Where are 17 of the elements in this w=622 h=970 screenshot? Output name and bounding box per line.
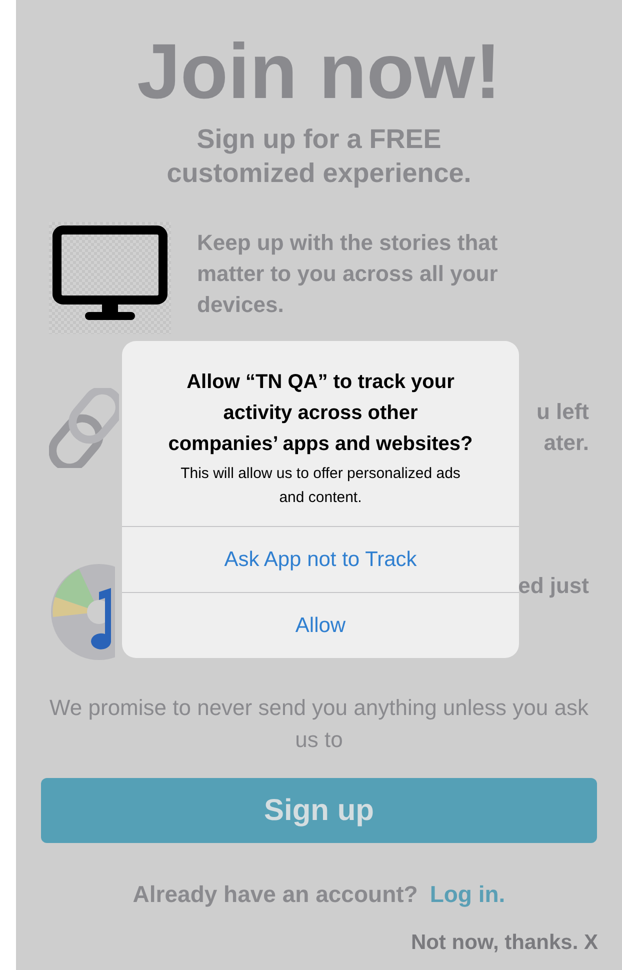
promise-text: We promise to never send you anything unless you ask us to (49, 694, 589, 754)
login-prompt: Already have an account? (132, 880, 418, 909)
chain-link-icon (49, 388, 119, 468)
alert-button[interactable]: Ask App not to Track (122, 526, 519, 592)
dismiss-link[interactable]: Not now, thanks. X (410, 930, 598, 956)
login-link[interactable]: Log in. (430, 877, 506, 912)
feature-text: Keep up with the stories that matter to you across all your devices. (197, 229, 499, 319)
subtitle: Sign up for a FREE customized experience. (166, 123, 472, 190)
monitor-icon (49, 222, 171, 334)
sign-up-button[interactable]: Sign up (41, 778, 597, 843)
alert-title: Allow “TN QA” to track your activity across other companies’ apps and websites? (167, 370, 474, 457)
page-title: Join now! (137, 26, 501, 116)
alert-message: This will allow us to offer personalized ads and content. (180, 464, 462, 508)
feature-text: ater. (544, 429, 589, 457)
feature-text: ed just (518, 572, 589, 600)
alert-button[interactable]: Allow (122, 592, 519, 658)
feature-text: u left (536, 398, 589, 426)
